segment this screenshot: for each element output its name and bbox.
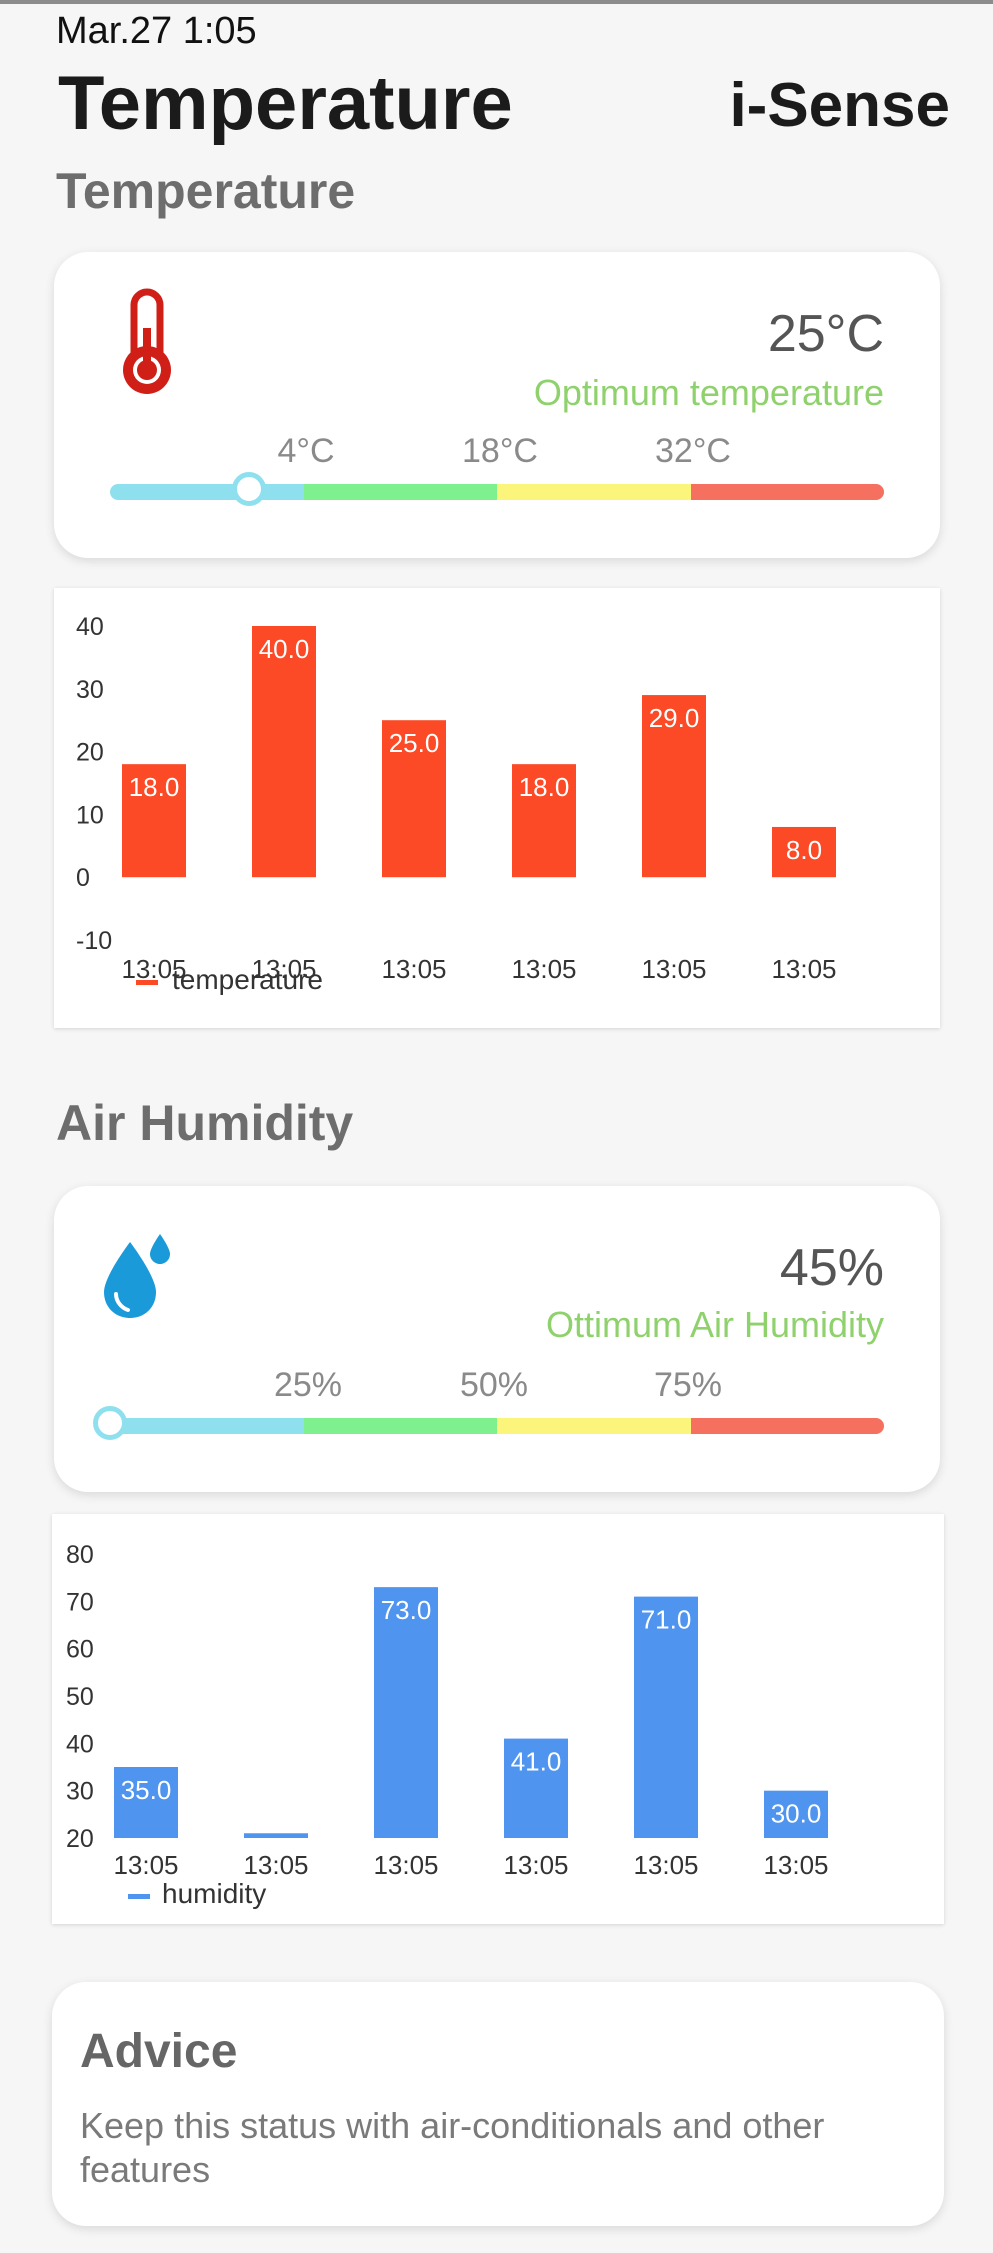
- scale-label-mid: 18°C: [462, 432, 538, 470]
- bar-value-label: 8.0: [786, 835, 822, 865]
- scale-segment-2: [497, 484, 691, 500]
- humidity-scale-bar: [110, 1418, 884, 1434]
- scale-label-mid: 50%: [459, 1366, 529, 1404]
- scale-label-low: 4°C: [277, 432, 335, 470]
- y-tick-label: 40: [66, 1730, 94, 1758]
- y-tick-label: 50: [66, 1683, 94, 1711]
- bar-value-label: 71.0: [641, 1605, 692, 1635]
- y-tick-label: 10: [76, 801, 104, 829]
- advice-card: Advice Keep this status with air-conditi…: [52, 1982, 944, 2226]
- scale-label-high: 75%: [653, 1366, 723, 1404]
- x-tick-label: 13:05: [503, 1850, 568, 1880]
- scale-segment-2: [497, 1418, 691, 1434]
- y-tick-label: 20: [76, 739, 104, 767]
- bar-value-label: 30.0: [771, 1799, 822, 1829]
- x-tick-label: 13:05: [641, 954, 706, 984]
- advice-title: Advice: [80, 2025, 238, 2078]
- y-tick-label: 20: [66, 1825, 94, 1853]
- humidity-legend-swatch: [128, 1894, 150, 1899]
- temperature-legend-swatch: [136, 980, 158, 985]
- humidity-card: 45% Ottimum Air Humidity 25% 50% 75%: [54, 1186, 940, 1492]
- temperature-slider-handle[interactable]: [232, 472, 267, 506]
- humidity-chart: 80 70 60 50 40 30 20 35.0 13:05 13:05 73.0 13:05 41.…: [52, 1514, 944, 1924]
- y-tick-label: 30: [76, 676, 104, 704]
- bar-value-label: 18.0: [129, 772, 180, 802]
- temperature-legend-label: temperature: [172, 964, 323, 995]
- humidity-slider-handle[interactable]: [93, 1406, 127, 1440]
- status-time: Mar.27 1:05: [56, 10, 257, 52]
- bar-value-label: 41.0: [511, 1747, 562, 1777]
- y-tick-label: 60: [66, 1636, 94, 1664]
- x-tick-label: 13:05: [381, 954, 446, 984]
- thermometer-icon: [123, 288, 171, 394]
- y-tick-label: 30: [66, 1778, 94, 1806]
- top-divider: [0, 0, 993, 4]
- x-tick-label: 13:05: [633, 1850, 698, 1880]
- humidity-bar-chart: 80 70 60 50 40 30 20 35.0 13:05 13:05 73.0 13:05 41.…: [66, 1541, 829, 1880]
- y-tick-label: -10: [76, 927, 112, 955]
- bar-value-label: 35.0: [121, 1775, 172, 1805]
- bar-value-label: 18.0: [519, 772, 570, 802]
- bar-value-label: 29.0: [649, 703, 700, 733]
- temperature-bar-chart: 40 30 20 10 0 -10 18.0 13:05 40.0 13:05 25.0 13:05 1…: [76, 613, 837, 984]
- temperature-section-title: Temperature: [56, 163, 356, 219]
- water-drops-icon: [104, 1234, 170, 1318]
- scale-segment-1: [303, 484, 497, 500]
- brand-logo: i-Sense: [729, 71, 950, 140]
- temperature-scale-bar: [110, 484, 884, 500]
- y-tick-label: 0: [76, 864, 90, 892]
- scale-segment-1: [303, 1418, 497, 1434]
- temperature-chart: 40 30 20 10 0 -10 18.0 13:05 40.0 13:05 25.0 13:05 1…: [54, 588, 940, 1028]
- x-tick-label: 13:05: [373, 1850, 438, 1880]
- scale-segment-3: [690, 1418, 884, 1434]
- x-tick-label: 13:05: [243, 1850, 308, 1880]
- temperature-reading: 25°C: [767, 305, 884, 363]
- x-tick-label: 13:05: [763, 1850, 828, 1880]
- x-tick-label: 13:05: [113, 1850, 178, 1880]
- page-title: Temperature: [58, 61, 513, 146]
- advice-text: Keep this status with air-conditionals a…: [80, 2105, 825, 2190]
- scale-segment-0: [110, 1418, 304, 1434]
- humidity-status: Ottimum Air Humidity: [545, 1304, 884, 1345]
- bar-value-label: 40.0: [259, 634, 310, 664]
- bar-value-label: 25.0: [389, 728, 440, 758]
- scale-label-low: 25%: [273, 1366, 343, 1404]
- humidity-reading: 45%: [779, 1239, 884, 1297]
- bar: [244, 1833, 308, 1838]
- humidity-legend-label: humidity: [162, 1878, 267, 1909]
- x-tick-label: 13:05: [511, 954, 576, 984]
- x-tick-label: 13:05: [771, 954, 836, 984]
- y-tick-label: 40: [76, 613, 104, 641]
- scale-segment-3: [690, 484, 884, 500]
- humidity-section-title: Air Humidity: [56, 1095, 354, 1151]
- scale-segment-0: [110, 484, 304, 500]
- bar-value-label: 73.0: [381, 1595, 432, 1625]
- temperature-status: Optimum temperature: [533, 372, 884, 413]
- y-tick-label: 80: [66, 1541, 94, 1569]
- scale-label-high: 32°C: [655, 432, 731, 470]
- y-tick-label: 70: [66, 1588, 94, 1616]
- temperature-card: 25°C Optimum temperature 4°C 18°C 32°C: [54, 252, 940, 558]
